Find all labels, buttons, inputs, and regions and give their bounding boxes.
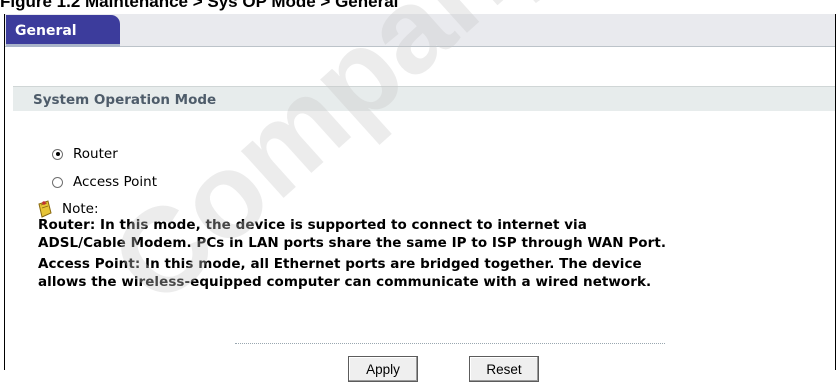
button-separator <box>235 343 665 344</box>
option-router-label: Router <box>73 146 118 162</box>
tab-bar: General <box>5 14 835 47</box>
radio-access-point-icon[interactable] <box>52 176 63 188</box>
config-panel: General System Operation Mode Router Acc… <box>4 14 836 382</box>
option-router[interactable]: Router <box>52 146 118 162</box>
radio-router-icon[interactable] <box>52 148 63 160</box>
note-icon <box>38 200 52 218</box>
apply-button[interactable]: Apply <box>348 356 418 382</box>
option-access-point-label: Access Point <box>73 174 158 190</box>
option-access-point[interactable]: Access Point <box>52 174 157 190</box>
note-line: Access Point: In this mode, all Ethernet… <box>38 256 642 272</box>
note-line: Router: In this mode, the device is supp… <box>38 217 587 233</box>
section-title: System Operation Mode <box>33 92 217 108</box>
reset-button[interactable]: Reset <box>469 356 539 382</box>
note-line: ADSL/Cable Modem. PCs in LAN ports share… <box>38 235 667 251</box>
note-line: allows the wireless-equipped computer ca… <box>38 274 652 290</box>
figure-caption: Figure 1.2 Maintenance > Sys OP Mode > G… <box>0 0 399 11</box>
note-label: Note: <box>62 201 99 217</box>
note-heading: Note: <box>36 200 99 218</box>
tab-general[interactable]: General <box>6 15 120 47</box>
tab-general-label: General <box>15 23 77 39</box>
